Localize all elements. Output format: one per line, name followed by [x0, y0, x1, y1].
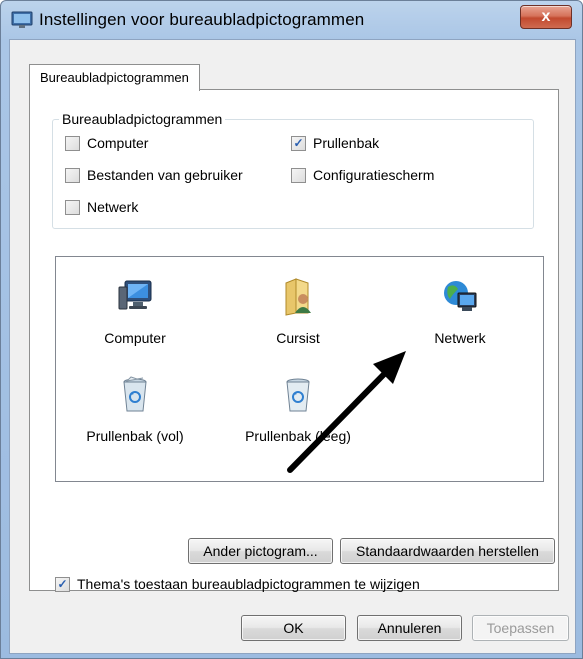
icon-item-network[interactable]: Netwerk [395, 277, 525, 346]
checkbox-box[interactable] [291, 167, 306, 183]
checkbox-netwerk[interactable]: Netwerk [65, 199, 138, 215]
ok-button[interactable]: OK [241, 615, 346, 641]
icon-item-recycle-bin-empty[interactable]: Prullenbak (leeg) [233, 375, 363, 444]
network-icon [444, 281, 477, 311]
icon-label: Computer [104, 330, 166, 346]
checkbox-box[interactable] [65, 199, 80, 215]
checkbox-configuratiescherm[interactable]: Configuratiescherm [291, 167, 434, 183]
checkbox-label: Prullenbak [313, 135, 380, 151]
icon-item-user-folder[interactable]: Cursist [233, 277, 363, 346]
user-folder-icon [285, 278, 311, 316]
checkbox-label: Netwerk [87, 199, 139, 215]
checkbox-checked-icon[interactable]: ✓ [55, 576, 70, 592]
dialog-client-area: Bureaubladpictogrammen Bureaubladpictogr… [9, 39, 576, 654]
recycle-bin-empty-icon [286, 378, 310, 412]
computer-icon [118, 280, 152, 310]
close-icon: x [541, 8, 551, 25]
checkbox-label: Thema's toestaan bureaubladpictogrammen … [77, 576, 420, 592]
icon-label: Netwerk [434, 330, 486, 346]
desktop-icons-group: Bureaubladpictogrammen Computer ✓ Prulle… [52, 111, 534, 229]
icon-label: Prullenbak (vol) [86, 428, 184, 444]
recycle-bin-full-icon [123, 376, 147, 412]
window-title: Instellingen voor bureaubladpictogrammen [39, 10, 365, 29]
change-icon-button[interactable]: Ander pictogram... [188, 538, 333, 564]
icon-label: Prullenbak (leeg) [245, 428, 351, 444]
icon-item-computer[interactable]: Computer [70, 277, 200, 346]
cancel-button[interactable]: Annuleren [357, 615, 462, 641]
checkbox-label: Configuratiescherm [313, 167, 435, 183]
desktop-settings-icon [11, 11, 33, 28]
icon-list[interactable]: Computer Cursist Netwerk Prullenbak (vol… [55, 256, 544, 482]
apply-button[interactable]: Toepassen [472, 615, 569, 641]
tab-desktop-icons[interactable]: Bureaubladpictogrammen [29, 64, 200, 91]
icon-item-recycle-bin-full[interactable]: Prullenbak (vol) [70, 375, 200, 444]
checkbox-box[interactable] [65, 167, 80, 183]
tab-panel: Bureaubladpictogrammen Computer ✓ Prulle… [29, 89, 559, 592]
icon-label: Cursist [276, 330, 320, 346]
checkbox-bestanden-van-gebruiker[interactable]: Bestanden van gebruiker [65, 167, 243, 183]
restore-default-button[interactable]: Standaardwaarden herstellen [340, 538, 555, 564]
dialog-window: Instellingen voor bureaubladpictogrammen… [0, 0, 583, 659]
checkbox-prullenbak[interactable]: ✓ Prullenbak [291, 135, 379, 151]
title-bar[interactable]: Instellingen voor bureaubladpictogrammen… [1, 1, 582, 41]
checkbox-label: Bestanden van gebruiker [87, 167, 243, 183]
checkbox-label: Computer [87, 135, 149, 151]
close-button[interactable]: x [520, 5, 572, 29]
checkbox-box[interactable] [65, 135, 80, 151]
checkbox-computer[interactable]: Computer [65, 135, 148, 151]
group-legend: Bureaubladpictogrammen [62, 111, 223, 127]
checkbox-theme-icons[interactable]: ✓ Thema's toestaan bureaubladpictogramme… [55, 576, 420, 592]
checkbox-checked-icon[interactable]: ✓ [291, 135, 306, 151]
